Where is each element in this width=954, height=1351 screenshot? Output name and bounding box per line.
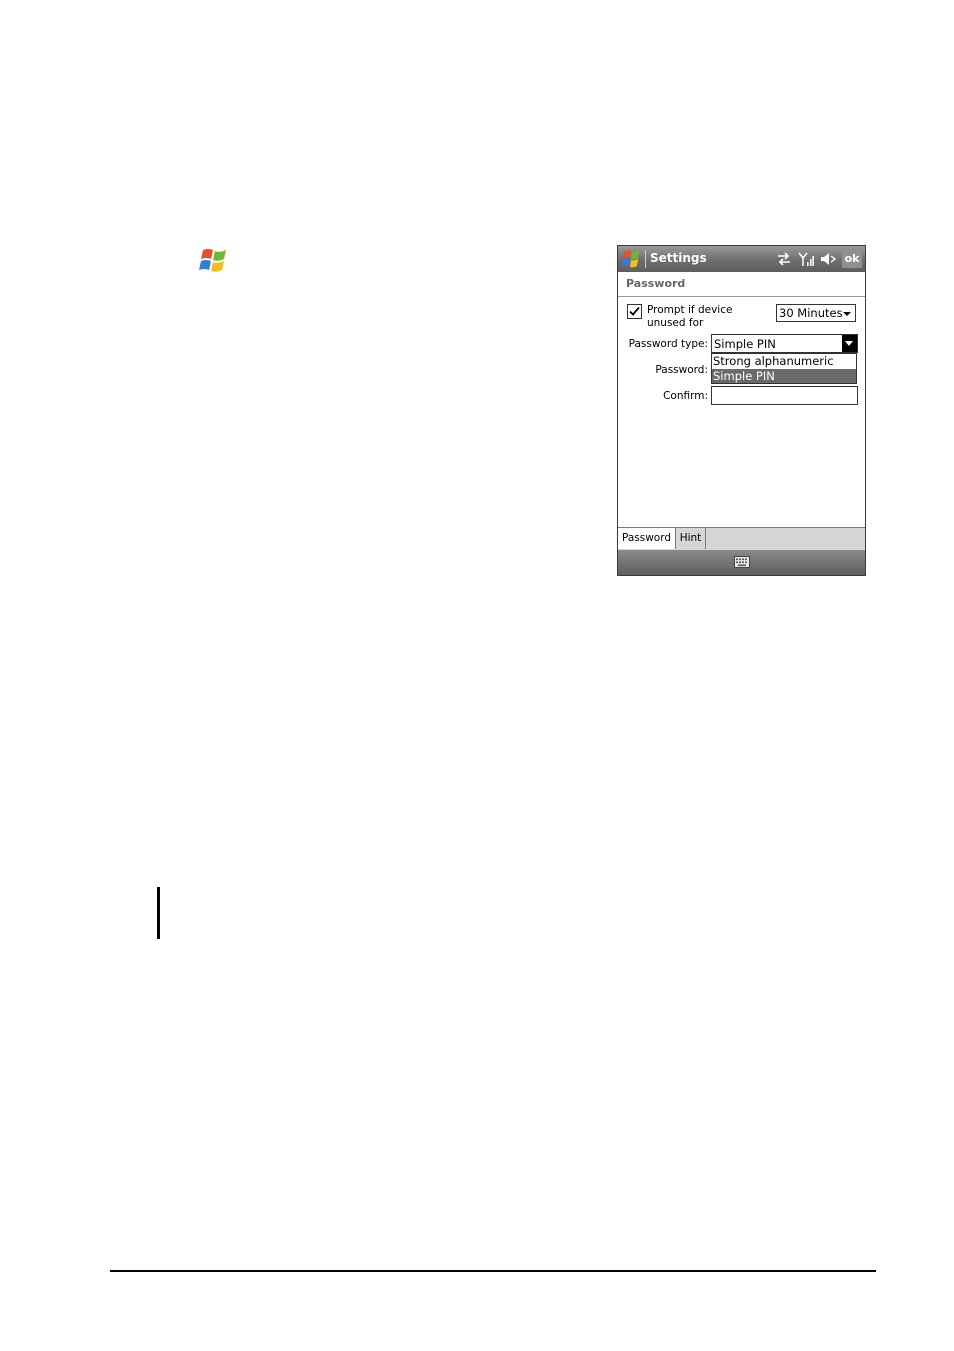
option-strong-alphanumeric[interactable]: Strong alphanumeric xyxy=(712,354,856,368)
window-title: Settings xyxy=(650,251,707,265)
signal-antenna-icon[interactable] xyxy=(798,251,814,267)
confirm-field[interactable] xyxy=(711,386,858,405)
confirm-label: Confirm: xyxy=(663,390,708,402)
password-label: Password: xyxy=(655,364,708,376)
windows-start-icon xyxy=(199,249,226,272)
prompt-checkbox[interactable] xyxy=(627,304,642,319)
sync-arrows-icon[interactable] xyxy=(776,251,792,267)
password-type-select[interactable]: Simple PIN xyxy=(711,334,858,353)
password-type-label: Password type: xyxy=(628,338,708,350)
option-simple-pin[interactable]: Simple PIN xyxy=(712,369,856,383)
tab-strip: Password Hint xyxy=(618,527,865,550)
dropdown-button[interactable] xyxy=(842,335,857,352)
section-divider xyxy=(618,296,865,297)
footer-rule xyxy=(110,1270,876,1272)
title-bar: Settings ok xyxy=(618,246,865,272)
keyboard-icon[interactable] xyxy=(734,556,750,568)
speaker-muted-icon[interactable] xyxy=(820,251,836,267)
chevron-down-icon xyxy=(845,341,853,346)
tab-password[interactable]: Password xyxy=(618,528,676,549)
ok-button[interactable]: ok xyxy=(842,250,862,268)
prompt-label: Prompt if device unused for xyxy=(647,304,733,329)
device-screen: Settings ok Password Prompt if device un… xyxy=(617,245,866,576)
timeout-value: 30 Minutes xyxy=(779,306,843,320)
checkmark-icon xyxy=(629,306,640,316)
section-title: Password xyxy=(626,277,686,290)
menu-bar xyxy=(618,550,865,575)
timeout-select[interactable]: 30 Minutes xyxy=(776,304,856,322)
password-type-value: Simple PIN xyxy=(714,337,776,351)
chevron-down-icon xyxy=(843,312,851,316)
password-type-dropdown-list: Strong alphanumeric Simple PIN xyxy=(711,353,857,384)
note-margin-bar xyxy=(157,887,160,939)
windows-logo-icon[interactable] xyxy=(621,249,643,269)
tab-hint[interactable]: Hint xyxy=(676,528,706,549)
title-separator xyxy=(645,250,646,268)
